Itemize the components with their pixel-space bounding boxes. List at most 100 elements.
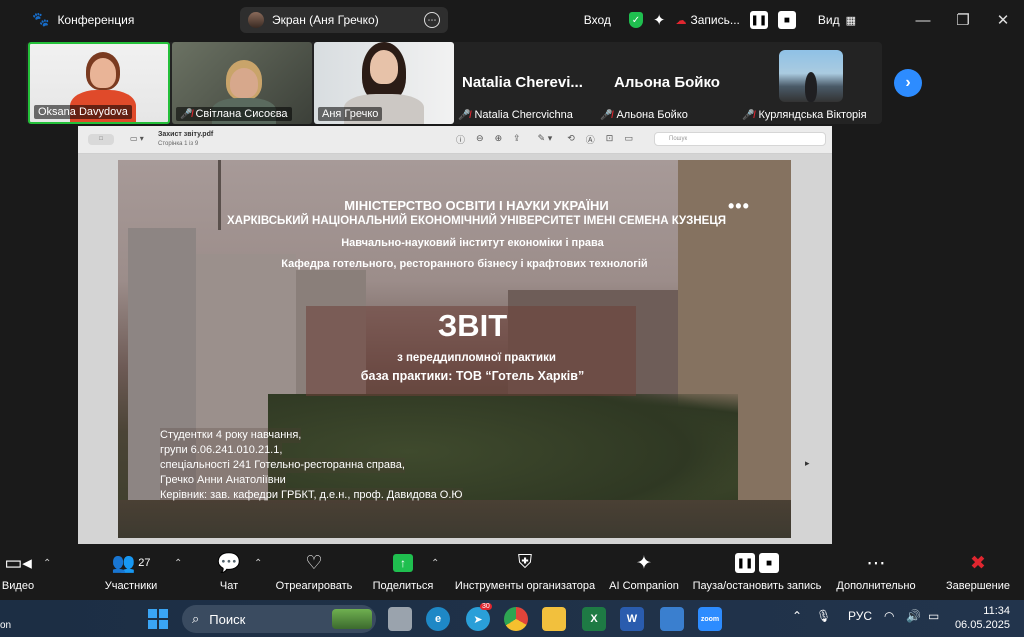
zoom-app-icon[interactable]: zoom <box>698 607 722 631</box>
participant-name: 🎤̸ Natalia Chercvichna <box>458 109 573 121</box>
sparkle-icon[interactable]: ✦ <box>653 11 666 29</box>
participant-name: Аня Гречко <box>318 107 383 121</box>
view-menu[interactable]: Вид ▦ <box>818 13 856 27</box>
camera-icon: ▭◂ <box>4 552 32 574</box>
close-button[interactable]: ✕ <box>988 11 1018 29</box>
clock[interactable]: 11:34 06.05.2025 <box>955 604 1010 632</box>
security-shield-icon[interactable]: ✓ <box>628 12 643 28</box>
word-icon[interactable]: W <box>620 607 644 631</box>
host-shield-icon: ⛨ <box>517 552 533 573</box>
slide-institute: Навчально-науковий інститут економіки і … <box>341 237 604 249</box>
volume-icon[interactable]: 🔊 <box>906 609 921 623</box>
telegram-icon[interactable]: ➤ <box>466 607 490 631</box>
window-controls[interactable]: □ <box>88 134 114 145</box>
participant-tile[interactable]: Аня Гречко <box>314 42 454 124</box>
sign-icon[interactable]: ▭ <box>624 133 633 146</box>
video-options-chevron-icon[interactable]: ⌃ <box>43 558 51 569</box>
paw-icon: 🐾 <box>32 11 50 27</box>
wifi-icon[interactable]: ◠ <box>884 609 894 623</box>
slide-subtitle: з переддипломної практики <box>397 352 556 364</box>
login-link[interactable]: Вход <box>584 13 611 27</box>
file-explorer-icon[interactable] <box>542 607 566 631</box>
pdf-filename: Захист звіту.pdf <box>158 131 214 138</box>
task-view-icon[interactable] <box>388 607 412 631</box>
participant-tile[interactable]: Альона Бойко 🎤̸ Альона Бойко <box>598 42 738 124</box>
participant-tile[interactable]: 🎤̸ Курляндська Вікторія <box>740 42 882 124</box>
mic-tray-icon[interactable]: 🎙 <box>816 609 831 623</box>
participant-name: 🎤̸ Альона Бойко <box>600 109 688 121</box>
more-button[interactable]: ⋯ Дополнительно <box>834 550 918 598</box>
participant-strip: Oksana Davydova 🎤̸ Світлана Сисоєва Аня Г… <box>26 42 882 124</box>
host-tools-button[interactable]: ⛨ Инструменты организатора <box>452 550 598 598</box>
search-highlight-icon <box>332 609 372 629</box>
share-button[interactable]: ↑ Поделиться <box>370 550 436 598</box>
form-icon[interactable]: ⊡ <box>606 133 614 146</box>
cloud-record-icon: ☁ <box>675 14 687 27</box>
video-button[interactable]: ▭◂ Видео <box>0 550 36 598</box>
more-dots-icon[interactable]: ⋯ <box>424 12 440 28</box>
react-button[interactable]: ♡ Отреагировать <box>272 550 356 598</box>
end-x-icon: ✖ <box>970 552 986 574</box>
chat-button[interactable]: 💬 Чат <box>212 550 246 598</box>
grid-view-icon: ▦ <box>845 14 856 27</box>
minimize-button[interactable]: — <box>908 12 938 29</box>
telegram-badge: 30 <box>480 603 492 610</box>
more-dots-icon: ⋯ <box>866 552 886 574</box>
pause-record-icon[interactable]: ❚❚ <box>749 11 768 29</box>
top-bar: 🐾 Конференция Экран (Аня Гречко) ⋯ Вход … <box>0 0 1024 40</box>
excel-icon[interactable]: X <box>582 607 606 631</box>
top-right-controls: Вход ✓ ✦ ☁ Запись... ❚❚ ■ Вид ▦ — ❐ ✕ <box>584 0 1024 40</box>
screen-share-indicator[interactable]: Экран (Аня Гречко) ⋯ <box>240 7 448 33</box>
restore-button[interactable]: ❐ <box>948 11 978 29</box>
chrome-icon[interactable] <box>504 607 528 631</box>
participant-tile[interactable]: 🎤̸ Світлана Сисоєва <box>172 42 312 124</box>
pdf-page-count: Сторінка 1 із 9 <box>158 141 199 147</box>
photos-icon[interactable] <box>660 607 684 631</box>
participants-options-chevron-icon[interactable]: ⌃ <box>174 558 182 569</box>
battery-icon[interactable]: ▭ <box>928 609 939 623</box>
windows-start-icon[interactable] <box>148 609 168 629</box>
stop-record-icon[interactable]: ■ <box>777 11 796 29</box>
taskbar-search[interactable]: ⌕ Поиск <box>182 605 376 633</box>
taskbar-left-fragment: on <box>0 620 12 631</box>
markup-icon[interactable]: Ⓐ <box>586 133 595 146</box>
ai-sparkle-icon: ✦ <box>636 552 652 574</box>
tray-chevron-icon[interactable]: ⌃ <box>792 609 802 623</box>
share-icon[interactable]: ⇪ <box>513 133 521 146</box>
sidebar-toggle-icon[interactable]: ▭ ▾ <box>130 134 144 143</box>
pdf-toolbar: □ ▭ ▾ Захист звіту.pdf Сторінка 1 із 9 ⓘ… <box>78 126 832 154</box>
participant-name: 🎤̸ Курляндська Вікторія <box>742 109 867 121</box>
mouse-cursor-icon: ▸ <box>805 458 810 468</box>
slide-practice-base: база практики: ТОВ “Готель Харків” <box>360 369 585 383</box>
input-language[interactable]: РУС <box>848 609 872 623</box>
pause-stop-record-button[interactable]: ❚❚ ■ Пауза/остановить запись <box>690 550 824 598</box>
chat-icon: 💬 <box>217 553 241 574</box>
ai-companion-button[interactable]: ✦ AI Companion <box>606 550 682 598</box>
end-meeting-button[interactable]: ✖ Завершение <box>944 550 1012 598</box>
slide-department: Кафедра готельного, ресторанного бізнесу… <box>281 258 648 270</box>
muted-mic-icon: 🎤̸ <box>600 109 613 121</box>
rotate-icon[interactable]: ⟲ <box>567 133 575 146</box>
search-icon: ⌕ <box>192 611 200 626</box>
zoom-window: 🐾 Конференция Экран (Аня Гречко) ⋯ Вход … <box>0 0 1024 637</box>
participants-button[interactable]: 👥 27 Участники <box>100 550 162 598</box>
markup-pen-icon[interactable]: ✎ ▾ <box>538 133 553 146</box>
stop-icon: ■ <box>759 553 779 573</box>
edge-icon[interactable]: e <box>426 607 450 631</box>
participant-tile[interactable]: Oksana Davydova <box>28 42 170 124</box>
info-icon[interactable]: ⓘ <box>456 133 465 146</box>
participant-name: 🎤̸ Світлана Сисоєва <box>176 107 292 121</box>
share-options-chevron-icon[interactable]: ⌃ <box>431 558 439 569</box>
presentation-slide: ••• МІНІСТЕРСТВО ОСВІТИ І НАУКИ УКРАЇНИ … <box>118 160 791 538</box>
record-status[interactable]: ☁ Запись... <box>675 13 739 27</box>
participant-tile[interactable]: Natalia Cherevi... 🎤̸ Natalia Chercvichna <box>456 42 596 124</box>
zoom-in-icon[interactable]: ⊕ <box>495 133 503 146</box>
participants-icon: 👥 <box>111 553 136 574</box>
pdf-search-input[interactable]: Пошук <box>654 132 826 146</box>
muted-mic-icon: 🎤̸ <box>742 109 755 121</box>
muted-mic-icon: 🎤̸ <box>458 109 471 121</box>
chat-options-chevron-icon[interactable]: ⌃ <box>254 558 262 569</box>
zoom-out-icon[interactable]: ⊖ <box>476 133 484 146</box>
windows-taskbar: on ⌕ Поиск e ➤ 30 X W zoom ⌃ 🎙 РУС ◠ 🔊 ▭… <box>0 600 1024 637</box>
next-page-chevron-icon[interactable]: › <box>894 69 922 97</box>
